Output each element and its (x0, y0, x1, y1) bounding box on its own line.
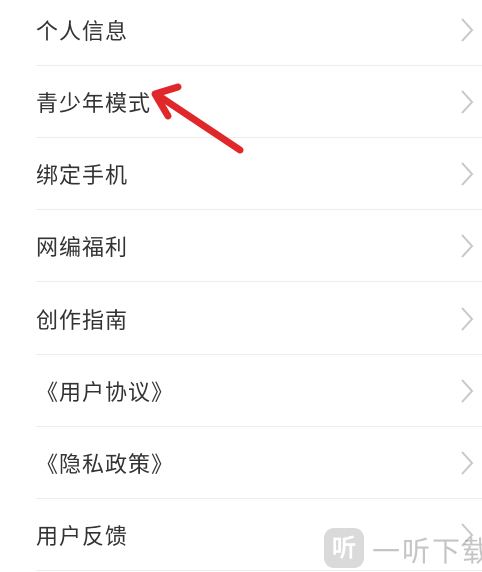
chevron-right-icon (461, 90, 474, 114)
chevron-right-icon (461, 379, 474, 403)
settings-menu-list: 个人信息 青少年模式 绑定手机 网编福利 创作指南 《用户协议》 《隐私政策》 … (0, 0, 482, 572)
menu-item-editor-benefits[interactable]: 网编福利 (36, 210, 482, 282)
chevron-right-icon (461, 451, 474, 475)
menu-item-personal-info[interactable]: 个人信息 (36, 0, 482, 66)
watermark: 听 一听下载 (324, 526, 482, 572)
chevron-right-icon (461, 234, 474, 258)
chevron-right-icon (461, 162, 474, 186)
chevron-right-icon (461, 18, 474, 42)
watermark-logo-icon: 听 (324, 528, 364, 568)
menu-item-label: 用户反馈 (36, 525, 129, 550)
menu-item-creation-guide[interactable]: 创作指南 (36, 283, 482, 355)
menu-item-label: 《隐私政策》 (36, 453, 175, 478)
menu-item-user-agreement[interactable]: 《用户协议》 (36, 355, 482, 427)
menu-item-label: 创作指南 (36, 309, 129, 334)
menu-item-label: 网编福利 (36, 236, 129, 261)
menu-item-label: 个人信息 (36, 20, 129, 45)
menu-item-privacy-policy[interactable]: 《隐私政策》 (36, 427, 482, 499)
menu-item-label: 《用户协议》 (36, 381, 175, 406)
chevron-right-icon (461, 307, 474, 331)
watermark-text: 一听下载 (372, 535, 482, 568)
menu-item-label: 绑定手机 (36, 164, 129, 189)
menu-item-label: 青少年模式 (36, 92, 152, 117)
menu-item-teen-mode[interactable]: 青少年模式 (36, 66, 482, 138)
divider (36, 281, 482, 282)
menu-item-bind-phone[interactable]: 绑定手机 (36, 138, 482, 210)
